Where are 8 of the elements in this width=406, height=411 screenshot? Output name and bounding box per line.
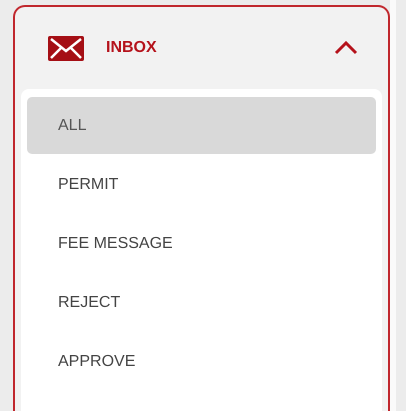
mail-icon — [48, 36, 84, 60]
menu-item[interactable]: ALL — [27, 97, 376, 154]
inbox-title: INBOX — [106, 39, 158, 57]
menu-item[interactable]: APPROVE — [27, 333, 376, 390]
menu-item[interactable]: PERMIT — [27, 156, 376, 213]
menu-item[interactable]: FEE MESSAGE — [27, 215, 376, 272]
menu-item[interactable]: REJECT — [27, 274, 376, 331]
chevron-icon — [334, 41, 358, 55]
